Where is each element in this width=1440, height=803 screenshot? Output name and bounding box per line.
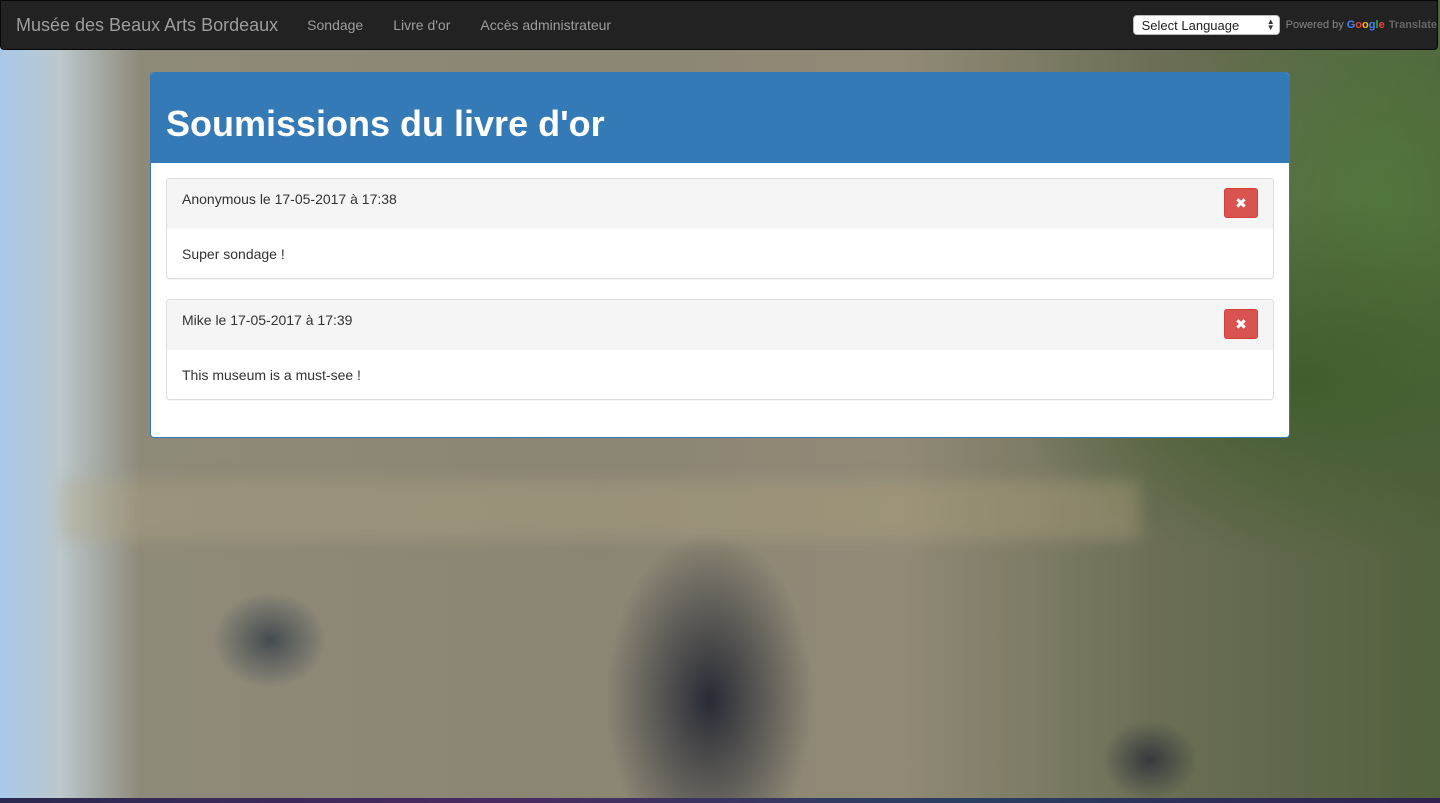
language-select-label: Select Language — [1141, 17, 1240, 33]
translate-link[interactable]: Translate — [1389, 19, 1437, 31]
translate-widget: Select Language ▲ ▼ Powered by Google Tra… — [1132, 1, 1437, 49]
nav-link-admin[interactable]: Accès administrateur — [465, 17, 626, 33]
entry-message: Super sondage ! — [182, 246, 285, 262]
guestbook-panel: Soumissions du livre d'or Anonymous le 1… — [150, 72, 1290, 438]
brand-link[interactable]: Musée des Beaux Arts Bordeaux — [16, 15, 278, 36]
nav-link-livre-dor[interactable]: Livre d'or — [378, 17, 465, 33]
close-icon: ✖ — [1235, 194, 1247, 211]
panel-body: Anonymous le 17-05-2017 à 17:38 ✖ Super … — [151, 163, 1289, 435]
select-arrows-icon: ▲ ▼ — [1266, 17, 1275, 32]
delete-entry-button[interactable]: ✖ — [1224, 309, 1258, 339]
panel-heading: Soumissions du livre d'or — [151, 73, 1289, 163]
entry-heading: Anonymous le 17-05-2017 à 17:38 ✖ — [167, 179, 1273, 229]
bottom-strip — [0, 798, 1440, 803]
page-title: Soumissions du livre d'or — [166, 103, 605, 144]
delete-entry-button[interactable]: ✖ — [1224, 188, 1258, 218]
entry-heading: Mike le 17-05-2017 à 17:39 ✖ — [167, 300, 1273, 350]
guestbook-entry: Anonymous le 17-05-2017 à 17:38 ✖ Super … — [166, 178, 1274, 279]
nav-link-sondage[interactable]: Sondage — [292, 17, 378, 33]
entry-message: This museum is a must-see ! — [182, 367, 361, 383]
language-select[interactable]: Select Language ▲ ▼ — [1132, 15, 1280, 35]
google-logo: Google — [1346, 19, 1385, 31]
entry-author-date: Anonymous le 17-05-2017 à 17:38 — [182, 191, 397, 207]
close-icon: ✖ — [1235, 315, 1247, 332]
powered-by-label: Powered by — [1285, 19, 1344, 31]
top-navbar: Musée des Beaux Arts Bordeaux Sondage Li… — [0, 0, 1438, 50]
powered-by-text: Powered by Google Translate — [1286, 19, 1437, 31]
entry-author-date: Mike le 17-05-2017 à 17:39 — [182, 312, 353, 328]
guestbook-entry: Mike le 17-05-2017 à 17:39 ✖ This museum… — [166, 299, 1274, 400]
